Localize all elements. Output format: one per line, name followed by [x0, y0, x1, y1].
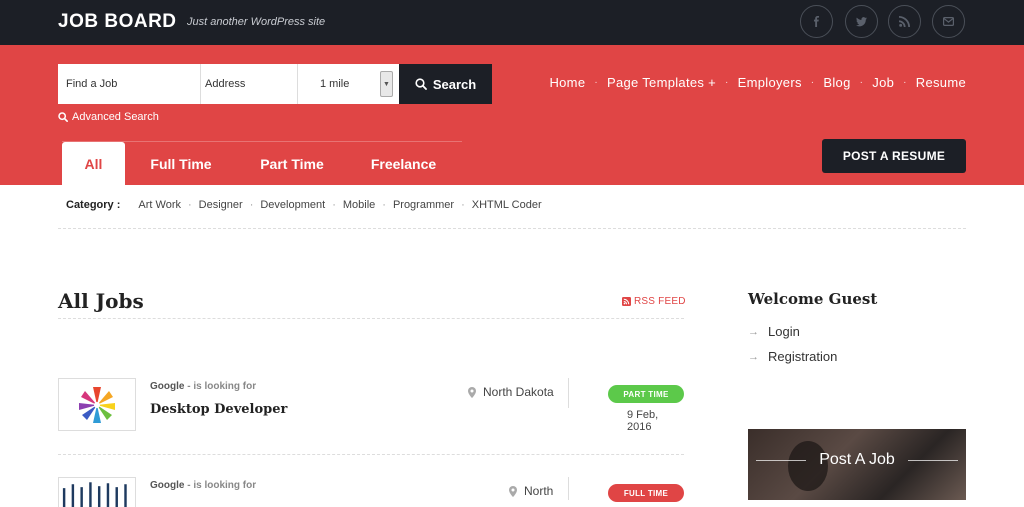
site-tagline: Just another WordPress site — [187, 16, 326, 28]
site-logo[interactable]: JOB BOARD — [58, 11, 177, 33]
radius-select-value: 1 mile — [320, 78, 350, 90]
job-company: Google - is looking for — [150, 480, 256, 491]
rss-feed-label: RSS FEED — [634, 296, 686, 307]
rss-icon — [622, 297, 631, 306]
arrow-right-icon: → — [748, 350, 759, 363]
job-listing[interactable]: Google - is looking for Desktop Develope… — [58, 378, 684, 438]
category-mobile[interactable]: Mobile — [343, 199, 375, 211]
nav-item-job[interactable]: Job — [872, 75, 894, 90]
post-job-widget[interactable]: Post A Job — [748, 429, 966, 500]
nav-item-blog[interactable]: Blog — [823, 75, 850, 90]
tab-all[interactable]: All — [62, 142, 125, 185]
registration-label: Registration — [768, 349, 838, 364]
advanced-search-link[interactable]: Advanced Search — [58, 111, 159, 123]
job-date: 9 Feb, 2016 — [627, 409, 659, 433]
search-icon — [58, 112, 68, 122]
radius-select[interactable]: 1 mile ▼ — [298, 64, 399, 104]
job-type-tabs: All Full Time Part Time Freelance — [62, 142, 460, 185]
category-divider — [58, 228, 966, 229]
job-type-badge: FULL TIME — [608, 484, 684, 502]
nav-item-home[interactable]: Home — [549, 75, 585, 90]
job-location: North — [509, 484, 553, 498]
looking-for-text: - is looking for — [187, 381, 257, 392]
category-separator: · — [461, 199, 465, 211]
job-location-label: North Dakota — [483, 385, 554, 399]
registration-link[interactable]: → Registration — [748, 349, 837, 364]
find-job-input[interactable]: Find a Job — [58, 64, 201, 104]
nav-item-resume[interactable]: Resume — [916, 75, 966, 90]
looking-for-text: - is looking for — [187, 480, 257, 491]
category-separator: · — [249, 199, 254, 211]
nav-separator: · — [810, 77, 815, 88]
map-pin-icon — [509, 485, 517, 497]
facebook-icon[interactable] — [800, 5, 833, 38]
title-divider — [58, 318, 684, 319]
job-title[interactable]: Desktop Developer — [150, 402, 287, 417]
company-logo[interactable] — [58, 477, 136, 507]
rss-feed-link[interactable]: RSS FEED — [622, 296, 686, 307]
category-art-work[interactable]: Art Work — [138, 199, 181, 211]
company-name[interactable]: Google — [150, 480, 184, 491]
category-programmer[interactable]: Programmer — [393, 199, 454, 211]
job-type-badge: PART TIME — [608, 385, 684, 403]
category-xhtml-coder[interactable]: XHTML Coder — [472, 199, 542, 211]
tab-part-time[interactable]: Part Time — [237, 142, 347, 185]
job-listing[interactable]: Google - is looking for North FULL TIME — [58, 477, 684, 507]
tab-freelance[interactable]: Freelance — [347, 142, 460, 185]
company-logo-image — [62, 482, 127, 507]
category-separator: · — [332, 199, 336, 211]
advanced-search-label: Advanced Search — [72, 111, 159, 123]
post-job-label: Post A Job — [819, 451, 895, 468]
nav-item-employers[interactable]: Employers — [738, 75, 802, 90]
category-separator: · — [187, 199, 192, 211]
column-divider — [568, 477, 569, 500]
job-divider — [58, 454, 684, 455]
nav-separator: · — [725, 77, 729, 88]
twitter-icon[interactable] — [845, 5, 878, 38]
sidebar-welcome-title: Welcome Guest — [748, 290, 878, 308]
nav-separator: · — [859, 77, 864, 88]
arrow-right-icon: → — [748, 325, 759, 338]
job-location: North Dakota — [468, 385, 554, 399]
company-name[interactable]: Google — [150, 381, 184, 392]
chevron-down-icon[interactable]: ▼ — [380, 71, 393, 97]
column-divider — [568, 378, 569, 408]
top-bar: JOB BOARD Just another WordPress site — [0, 0, 1024, 45]
mail-icon[interactable] — [932, 5, 965, 38]
nav-separator: · — [594, 77, 598, 88]
job-search-form: Find a Job Address 1 mile ▼ Search — [58, 64, 492, 104]
search-icon — [415, 78, 427, 90]
page-title: All Jobs — [58, 289, 144, 313]
tab-full-time[interactable]: Full Time — [125, 142, 237, 185]
category-development[interactable]: Development — [260, 199, 325, 211]
company-logo-image — [79, 386, 115, 423]
category-designer[interactable]: Designer — [199, 199, 243, 211]
job-company: Google - is looking for — [150, 381, 256, 392]
company-logo[interactable] — [58, 378, 136, 431]
category-filter: Category : Art Work · Designer · Develop… — [58, 199, 542, 211]
login-link[interactable]: → Login — [748, 324, 800, 339]
category-separator: · — [382, 199, 386, 211]
address-input[interactable]: Address — [201, 64, 298, 104]
nav-separator: · — [903, 77, 907, 88]
job-location-label: North — [524, 484, 554, 498]
map-pin-icon — [468, 386, 476, 398]
search-button-label: Search — [432, 76, 477, 92]
post-resume-button[interactable]: POST A RESUME — [822, 139, 966, 173]
login-label: Login — [768, 324, 800, 339]
rss-icon[interactable] — [888, 5, 921, 38]
category-label: Category : — [66, 199, 121, 211]
nav-item-page-templates[interactable]: Page Templates + — [607, 75, 716, 90]
main-nav: Home · Page Templates + · Employers · Bl… — [549, 75, 966, 90]
search-button[interactable]: Search — [399, 64, 492, 104]
